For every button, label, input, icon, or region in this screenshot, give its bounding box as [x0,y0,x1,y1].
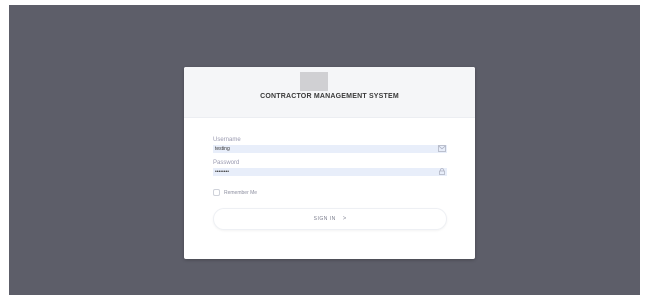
chevron-right-icon: > [342,216,347,222]
username-label: Username [213,137,241,143]
sign-in-button[interactable]: SIGN IN > [213,208,447,230]
company-logo [300,72,328,91]
password-field[interactable] [213,168,447,176]
remember-me[interactable]: Remember Me [213,189,257,196]
sign-in-label: SIGN IN [313,216,336,222]
login-card: CONTRACTOR MANAGEMENT SYSTEM Username Pa… [184,67,475,259]
password-label: Password [213,160,240,166]
envelope-icon [438,145,446,152]
lock-icon [439,168,445,175]
username-field[interactable] [213,145,447,153]
card-header: CONTRACTOR MANAGEMENT SYSTEM [184,67,475,118]
remember-me-label: Remember Me [224,189,258,196]
remember-me-checkbox[interactable] [213,189,220,196]
app-title: CONTRACTOR MANAGEMENT SYSTEM [260,93,399,100]
